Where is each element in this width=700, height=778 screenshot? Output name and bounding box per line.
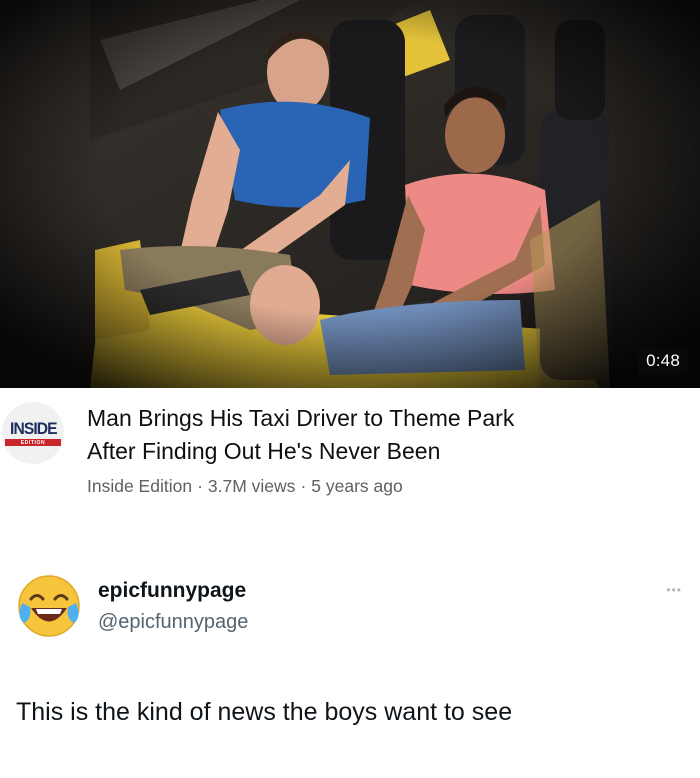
- video-duration-badge: 0:48: [638, 348, 688, 375]
- upload-age: 5 years ago: [311, 476, 403, 496]
- separator-dot: ·: [300, 476, 307, 496]
- video-title-line-1: Man Brings His Taxi Driver to Theme Park: [87, 405, 515, 431]
- channel-name[interactable]: Inside Edition: [87, 476, 192, 496]
- tweet: epicfunnypage @epicfunnypage ••• This is…: [0, 548, 700, 778]
- video-title[interactable]: Man Brings His Taxi Driver to Theme Park…: [87, 402, 687, 468]
- video-thumbnail[interactable]: 0:48: [0, 0, 700, 388]
- view-count: 3.7M views: [207, 476, 296, 496]
- more-dots-icon[interactable]: •••: [666, 584, 682, 596]
- channel-avatar[interactable]: INSIDE EDITION: [2, 402, 64, 464]
- face-with-tears-of-joy-icon[interactable]: [16, 573, 82, 639]
- thumbnail-image: [0, 0, 700, 388]
- channel-logo-band: EDITION: [5, 439, 61, 446]
- separator-dot: ·: [197, 476, 203, 496]
- video-meta: INSIDE EDITION Man Brings His Taxi Drive…: [0, 388, 700, 548]
- video-title-line-2: After Finding Out He's Never Been: [87, 438, 441, 464]
- channel-logo-word: INSIDE: [9, 419, 58, 438]
- author-username[interactable]: @epicfunnypage: [98, 611, 248, 634]
- tweet-text: This is the kind of news the boys want t…: [16, 698, 513, 726]
- video-card[interactable]: 0:48 INSIDE EDITION Man Brings His Taxi …: [0, 0, 700, 548]
- video-subline: Inside Edition · 3.7M views · 5 years ago: [87, 476, 403, 497]
- author-display-name[interactable]: epicfunnypage: [98, 579, 246, 603]
